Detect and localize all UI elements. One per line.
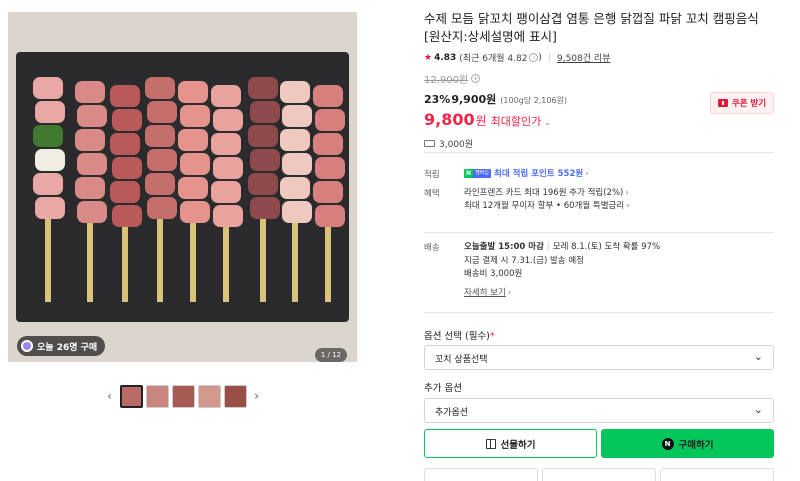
meat-chunk	[147, 197, 177, 219]
meat-chunk	[145, 125, 175, 147]
meat-chunk	[313, 85, 343, 107]
secondary-button[interactable]	[660, 468, 774, 481]
meat-chunk	[33, 77, 63, 99]
meat-chunk	[178, 177, 208, 199]
meat-chunk	[35, 197, 65, 219]
meat-chunk	[248, 125, 278, 147]
meat-chunk	[180, 153, 210, 175]
meat-chunk	[77, 105, 107, 127]
meat-chunk	[110, 181, 140, 203]
meat-chunk	[145, 77, 175, 99]
skewer-illustration	[8, 12, 357, 362]
meat-chunk	[315, 205, 345, 227]
skewer-stick	[190, 212, 196, 302]
meat-chunk	[250, 197, 280, 219]
meat-chunk	[280, 177, 310, 199]
buyer-badge-text: 오늘 26명 구매	[37, 342, 98, 353]
meat-chunk	[75, 81, 105, 103]
meat-chunk	[178, 129, 208, 151]
meat-chunk	[211, 133, 241, 155]
action-area: 선물하기 N 구매하기	[424, 0, 774, 481]
meat-chunk	[282, 201, 312, 223]
meat-chunk	[33, 125, 63, 147]
meat-chunk	[112, 157, 142, 179]
meat-chunk	[77, 153, 107, 175]
secondary-button[interactable]	[424, 468, 538, 481]
gift-icon	[485, 438, 496, 449]
meat-chunk	[110, 85, 140, 107]
thumb-3[interactable]	[171, 384, 195, 408]
meat-chunk	[180, 201, 210, 223]
secondary-button[interactable]	[542, 468, 656, 481]
thumb-2[interactable]	[145, 384, 169, 408]
meat-chunk	[33, 173, 63, 195]
main-product-photo[interactable]: 오늘 26명 구매 1 / 12	[8, 12, 357, 362]
thumb-5[interactable]	[223, 384, 247, 408]
meat-chunk	[282, 153, 312, 175]
meat-chunk	[145, 173, 175, 195]
skewer-stick	[87, 212, 93, 302]
skewer-stick	[260, 212, 266, 302]
meat-chunk	[313, 133, 343, 155]
chevron-left-icon[interactable]: ‹	[103, 389, 117, 403]
naver-n-icon: N	[661, 437, 674, 450]
meat-chunk	[250, 101, 280, 123]
meat-chunk	[178, 81, 208, 103]
meat-chunk	[77, 201, 107, 223]
buy-label: 구매하기	[678, 439, 714, 451]
meat-chunk	[250, 149, 280, 171]
buy-button[interactable]: N 구매하기	[601, 429, 774, 458]
meat-chunk	[35, 149, 65, 171]
meat-chunk	[110, 133, 140, 155]
product-gallery: 오늘 26명 구매 1 / 12 ‹ ›	[8, 12, 358, 408]
gift-button[interactable]: 선물하기	[424, 429, 597, 458]
meat-chunk	[280, 129, 310, 151]
meat-chunk	[213, 157, 243, 179]
buyer-dot-icon	[21, 340, 33, 352]
meat-chunk	[248, 173, 278, 195]
meat-chunk	[147, 149, 177, 171]
today-buyers-badge: 오늘 26명 구매	[17, 336, 106, 356]
chevron-right-icon[interactable]: ›	[250, 389, 264, 403]
meat-chunk	[213, 109, 243, 131]
thumbnail-strip: ‹ ›	[8, 384, 358, 408]
meat-chunk	[315, 109, 345, 131]
meat-chunk	[35, 101, 65, 123]
skewer-stick	[292, 212, 298, 302]
skewer-stick	[157, 212, 163, 302]
meat-chunk	[211, 181, 241, 203]
meat-chunk	[75, 129, 105, 151]
meat-chunk	[280, 81, 310, 103]
meat-chunk	[75, 177, 105, 199]
meat-chunk	[112, 109, 142, 131]
skewer-stick	[45, 212, 51, 302]
meat-chunk	[248, 77, 278, 99]
meat-chunk	[313, 181, 343, 203]
gift-label: 선물하기	[500, 439, 536, 451]
meat-chunk	[211, 85, 241, 107]
meat-chunk	[315, 157, 345, 179]
meat-chunk	[147, 101, 177, 123]
meat-chunk	[180, 105, 210, 127]
photo-counter: 1 / 12	[314, 348, 347, 362]
meat-chunk	[112, 205, 142, 227]
thumb-1[interactable]	[119, 384, 143, 408]
meat-chunk	[213, 205, 243, 227]
meat-chunk	[282, 105, 312, 127]
thumb-4[interactable]	[197, 384, 221, 408]
